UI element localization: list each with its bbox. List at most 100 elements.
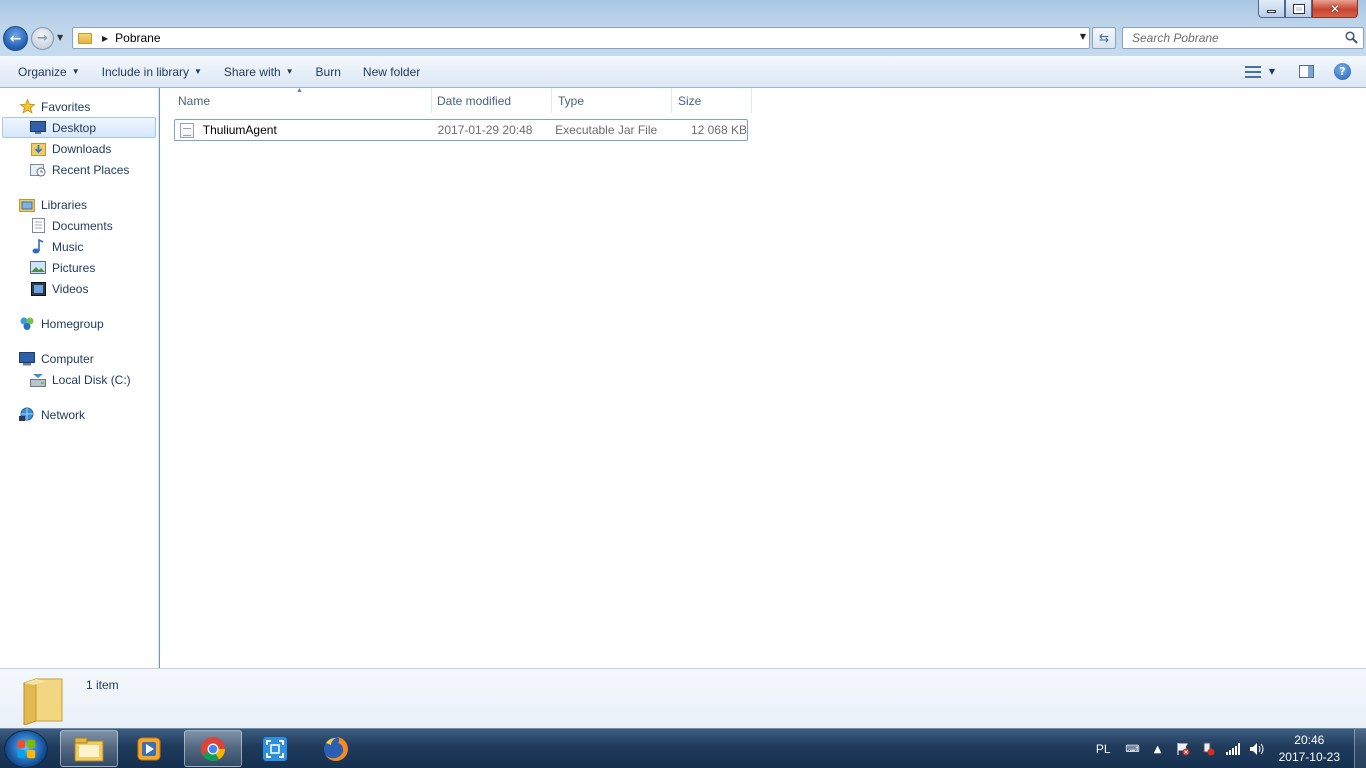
search-icon[interactable] [1345,31,1358,44]
libraries-group: Libraries Documents Music Pictures Video… [0,194,158,299]
column-label: Date modified [437,93,512,108]
share-with-label: Share with [223,64,281,79]
refresh-icon: ⇆ [1098,31,1110,45]
clock[interactable]: 20:46 2017-10-23 [1279,732,1340,766]
organize-label: Organize [18,64,67,79]
usb-device-icon[interactable] [1200,742,1216,756]
column-header-date-modified[interactable]: Date modified [432,88,552,113]
music-icon [30,239,46,255]
column-header-name[interactable]: ▲ Name [175,87,432,113]
nav-desktop[interactable]: Desktop [2,117,156,138]
nav-local-disk-c[interactable]: Local Disk (C:) [0,369,158,390]
folder-icon [74,737,104,761]
nav-recent-places[interactable]: Recent Places [0,159,158,180]
homegroup-icon [19,316,35,332]
forward-button[interactable]: → [31,27,54,50]
downloads-folder-icon [30,141,46,157]
nav-label: Desktop [52,120,97,135]
sort-ascending-icon: ▲ [296,87,303,94]
nav-documents[interactable]: Documents [0,215,158,236]
recent-locations-button[interactable]: ▼ [57,33,63,42]
close-icon: ✕ [1329,1,1341,16]
nav-pictures[interactable]: Pictures [0,257,158,278]
nav-downloads[interactable]: Downloads [0,138,158,159]
nav-label: Music [52,239,84,254]
nav-favorites[interactable]: Favorites [0,96,158,117]
column-label: Name [178,93,211,108]
address-history-dropdown[interactable]: ▼ [1080,32,1086,41]
windows-logo-icon [17,739,36,759]
chevron-down-icon: ▼ [71,67,80,76]
volume-icon[interactable] [1250,742,1266,756]
network-signal-icon[interactable] [1225,742,1241,756]
column-headers: ▲ Name Date modified Type Size [175,87,752,113]
view-options-dropdown[interactable]: ▼ [1269,67,1275,76]
network-group: Network [0,404,158,425]
nav-computer[interactable]: Computer [0,348,158,369]
file-name: ThuliumAgent [202,123,277,137]
computer-icon [19,351,35,367]
desktop-icon [30,120,46,136]
close-button[interactable]: ✕ [1312,0,1358,18]
nav-label: Local Disk (C:) [52,372,131,387]
share-with-menu[interactable]: Share with ▼ [213,60,305,84]
language-indicator[interactable]: PL [1096,742,1111,756]
nav-homegroup[interactable]: Homegroup [0,313,158,334]
include-in-library-menu[interactable]: Include in library ▼ [91,60,213,84]
address-bar[interactable]: ▶ Pobrane ▼ [72,27,1090,49]
search-input[interactable] [1132,31,1332,45]
organize-menu[interactable]: Organize ▼ [0,60,91,84]
minimize-button[interactable] [1258,0,1285,18]
burn-button[interactable]: Burn [305,60,352,84]
back-button[interactable]: ← [3,26,28,51]
taskbar-firefox[interactable] [307,730,365,767]
nav-label: Favorites [41,99,91,114]
show-desktop-button[interactable] [1354,729,1366,768]
firefox-icon [324,736,348,761]
refresh-button[interactable]: ⇆ [1092,27,1116,49]
navigation-pane: Favorites Desktop Downloads Recent Place… [0,88,159,668]
minimize-icon [1267,10,1276,13]
breadcrumb-separator-icon[interactable]: ▶ [102,34,108,43]
include-in-library-label: Include in library [101,64,189,79]
taskbar-windows-explorer[interactable] [60,730,118,767]
column-header-type[interactable]: Type [552,88,672,113]
breadcrumb-pobrane[interactable]: Pobrane [115,31,160,45]
help-icon[interactable]: ? [1334,63,1351,80]
search-box[interactable] [1122,27,1364,49]
file-row[interactable]: ThuliumAgent 2017-01-29 20:48 Executable… [174,119,748,141]
action-center-flag-icon[interactable] [1175,742,1191,756]
start-button[interactable] [4,730,48,768]
new-folder-label: New folder [362,64,421,79]
nav-network[interactable]: Network [0,404,158,425]
column-header-size[interactable]: Size [672,88,752,113]
arrow-left-icon: ← [9,30,22,47]
nav-label: Network [41,407,86,422]
file-date-modified: 2017-01-29 20:48 [437,123,533,137]
nav-label: Videos [52,281,89,296]
details-pane: 1 item [0,668,1366,728]
maximize-button[interactable] [1285,0,1312,18]
screen-capture-icon [263,736,287,761]
documents-icon [30,218,46,234]
show-hidden-icons-icon[interactable]: ▲ [1150,742,1166,756]
window-titlebar: ✕ ← → ▼ ▶ Pobrane ▼ ⇆ [0,0,1366,56]
nav-libraries[interactable]: Libraries [0,194,158,215]
nav-label: Pictures [52,260,96,275]
taskbar-media-player[interactable] [120,730,178,767]
file-size: 12 068 KB [690,123,747,137]
taskbar-screen-capture[interactable] [246,730,304,767]
jar-file-icon [180,122,194,138]
preview-pane-icon[interactable] [1299,65,1314,78]
folder-icon [23,678,63,725]
nav-videos[interactable]: Videos [0,278,158,299]
homegroup-group: Homegroup [0,313,158,334]
nav-music[interactable]: Music [0,236,158,257]
change-view-icon[interactable] [1244,65,1261,78]
chrome-icon [201,736,225,761]
keyboard-icon[interactable]: ⌨ [1125,742,1141,756]
new-folder-button[interactable]: New folder [352,60,431,84]
recent-places-icon [30,162,46,178]
taskbar-google-chrome[interactable] [184,730,242,767]
nav-label: Homegroup [41,316,104,331]
